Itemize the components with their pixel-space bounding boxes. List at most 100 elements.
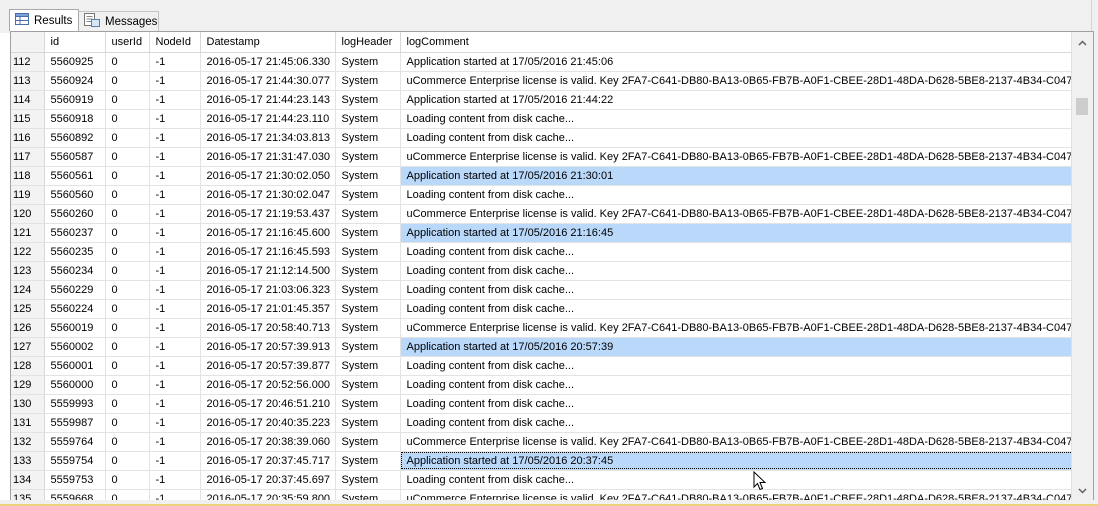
cell-logcomment[interactable]: Loading content from disk cache... (400, 261, 1087, 281)
cell-userid[interactable]: 0 (105, 337, 150, 357)
cell-datestamp[interactable]: 2016-05-17 21:03:06.323 (200, 280, 336, 300)
cell-datestamp[interactable]: 2016-05-17 20:38:39.060 (200, 432, 336, 452)
cell-rownum[interactable]: 115 (11, 109, 45, 129)
table-row[interactable]: 113 5560924 0 -1 2016-05-17 21:44:30.077 Syst… (11, 71, 1087, 91)
cell-id[interactable]: 5560224 (44, 299, 106, 319)
table-row[interactable]: 130 5559993 0 -1 2016-05-17 20:46:51.210 Syst… (11, 394, 1087, 414)
cell-userid[interactable]: 0 (105, 242, 150, 262)
cell-logheader[interactable]: System (335, 128, 401, 148)
cell-datestamp[interactable]: 2016-05-17 20:57:39.913 (200, 337, 336, 357)
cell-logheader[interactable]: System (335, 185, 401, 205)
cell-rownum[interactable]: 122 (11, 242, 45, 262)
cell-rownum[interactable]: 124 (11, 280, 45, 300)
cell-nodeid[interactable]: -1 (149, 109, 201, 129)
cell-id[interactable]: 5559993 (44, 394, 106, 414)
cell-logheader[interactable]: System (335, 318, 401, 338)
cell-logcomment[interactable]: uCommerce Enterprise license is valid. K… (400, 147, 1087, 167)
cell-logcomment[interactable]: uCommerce Enterprise license is valid. K… (400, 204, 1087, 224)
cell-logheader[interactable]: System (335, 280, 401, 300)
cell-userid[interactable]: 0 (105, 261, 150, 281)
cell-nodeid[interactable]: -1 (149, 71, 201, 91)
cell-datestamp[interactable]: 2016-05-17 20:58:40.713 (200, 318, 336, 338)
column-header-logcomment[interactable]: logComment (400, 32, 1087, 53)
cell-datestamp[interactable]: 2016-05-17 21:12:14.500 (200, 261, 336, 281)
tab-results[interactable]: Results (9, 9, 79, 31)
cell-logcomment[interactable]: Loading content from disk cache... (400, 280, 1087, 300)
cell-logcomment[interactable]: Application started at 17/05/2016 21:30:… (400, 166, 1087, 186)
cell-nodeid[interactable]: -1 (149, 90, 201, 110)
cell-logcomment[interactable]: Application started at 17/05/2016 21:16:… (400, 223, 1087, 243)
cell-userid[interactable]: 0 (105, 204, 150, 224)
cell-logcomment[interactable]: Loading content from disk cache... (400, 470, 1087, 490)
table-row[interactable]: 114 5560919 0 -1 2016-05-17 21:44:23.143 Syst… (11, 90, 1087, 110)
cell-logcomment[interactable]: Application started at 17/05/2016 21:45:… (400, 52, 1087, 72)
cell-id[interactable]: 5560019 (44, 318, 106, 338)
cell-userid[interactable]: 0 (105, 71, 150, 91)
cell-logcomment[interactable]: uCommerce Enterprise license is valid. K… (400, 318, 1087, 338)
cell-logcomment[interactable]: Loading content from disk cache... (400, 299, 1087, 319)
cell-rownum[interactable]: 130 (11, 394, 45, 414)
cell-nodeid[interactable]: -1 (149, 394, 201, 414)
cell-datestamp[interactable]: 2016-05-17 20:52:56.000 (200, 375, 336, 395)
cell-datestamp[interactable]: 2016-05-17 21:44:30.077 (200, 71, 336, 91)
cell-logheader[interactable]: System (335, 356, 401, 376)
table-row[interactable]: 123 5560234 0 -1 2016-05-17 21:12:14.500 Syst… (11, 261, 1087, 281)
cell-logheader[interactable]: System (335, 470, 401, 490)
table-row[interactable]: 131 5559987 0 -1 2016-05-17 20:40:35.223 Syst… (11, 413, 1087, 433)
column-header-id[interactable]: id (44, 32, 106, 53)
cell-logcomment[interactable]: Application started at 17/05/2016 20:57:… (400, 337, 1087, 357)
table-row[interactable]: 126 5560019 0 -1 2016-05-17 20:58:40.713 Syst… (11, 318, 1087, 338)
cell-id[interactable]: 5559753 (44, 470, 106, 490)
column-header-datestamp[interactable]: Datestamp (200, 32, 336, 53)
cell-datestamp[interactable]: 2016-05-17 21:44:23.110 (200, 109, 336, 129)
cell-logheader[interactable]: System (335, 394, 401, 414)
cell-logcomment[interactable]: Loading content from disk cache... (400, 356, 1087, 376)
cell-id[interactable]: 5560237 (44, 223, 106, 243)
cell-logcomment[interactable]: Application started at 17/05/2016 21:44:… (400, 90, 1087, 110)
table-row[interactable]: 115 5560918 0 -1 2016-05-17 21:44:23.110 Syst… (11, 109, 1087, 129)
cell-userid[interactable]: 0 (105, 109, 150, 129)
cell-id[interactable]: 5559754 (44, 451, 106, 471)
scroll-thumb[interactable] (1076, 98, 1088, 115)
table-row[interactable]: 116 5560892 0 -1 2016-05-17 21:34:03.813 Syst… (11, 128, 1087, 148)
cell-nodeid[interactable]: -1 (149, 318, 201, 338)
tab-messages[interactable]: Messages (79, 11, 159, 31)
cell-userid[interactable]: 0 (105, 375, 150, 395)
column-header-logheader[interactable]: logHeader (335, 32, 401, 53)
cell-rownum[interactable]: 129 (11, 375, 45, 395)
cell-rownum[interactable]: 131 (11, 413, 45, 433)
cell-userid[interactable]: 0 (105, 90, 150, 110)
cell-logheader[interactable]: System (335, 375, 401, 395)
table-row[interactable]: 133 5559754 0 -1 2016-05-17 20:37:45.717 Syst… (11, 451, 1087, 471)
cell-logheader[interactable]: System (335, 413, 401, 433)
column-header-userid[interactable]: userId (105, 32, 150, 53)
cell-nodeid[interactable]: -1 (149, 451, 201, 471)
table-row[interactable]: 119 5560560 0 -1 2016-05-17 21:30:02.047 Syst… (11, 185, 1087, 205)
cell-userid[interactable]: 0 (105, 394, 150, 414)
scroll-up-button[interactable] (1072, 34, 1093, 51)
cell-nodeid[interactable]: -1 (149, 52, 201, 72)
cell-nodeid[interactable]: -1 (149, 470, 201, 490)
table-row[interactable]: 134 5559753 0 -1 2016-05-17 20:37:45.697 Syst… (11, 470, 1087, 490)
cell-nodeid[interactable]: -1 (149, 299, 201, 319)
cell-rownum[interactable]: 123 (11, 261, 45, 281)
cell-nodeid[interactable]: -1 (149, 204, 201, 224)
cell-datestamp[interactable]: 2016-05-17 21:44:23.143 (200, 90, 336, 110)
cell-logheader[interactable]: System (335, 52, 401, 72)
cell-userid[interactable]: 0 (105, 128, 150, 148)
cell-id[interactable]: 5560919 (44, 90, 106, 110)
cell-rownum[interactable]: 116 (11, 128, 45, 148)
table-row[interactable]: 112 5560925 0 -1 2016-05-17 21:45:06.330 Syst… (11, 52, 1087, 72)
cell-id[interactable]: 5560234 (44, 261, 106, 281)
cell-rownum[interactable]: 114 (11, 90, 45, 110)
cell-logheader[interactable]: System (335, 71, 401, 91)
cell-nodeid[interactable]: -1 (149, 356, 201, 376)
cell-id[interactable]: 5559764 (44, 432, 106, 452)
cell-logcomment[interactable]: uCommerce Enterprise license is valid. K… (400, 71, 1087, 91)
cell-userid[interactable]: 0 (105, 52, 150, 72)
cell-nodeid[interactable]: -1 (149, 242, 201, 262)
cell-id[interactable]: 5560235 (44, 242, 106, 262)
cell-rownum[interactable]: 125 (11, 299, 45, 319)
table-row[interactable]: 121 5560237 0 -1 2016-05-17 21:16:45.600 Syst… (11, 223, 1087, 243)
cell-id[interactable]: 5559987 (44, 413, 106, 433)
